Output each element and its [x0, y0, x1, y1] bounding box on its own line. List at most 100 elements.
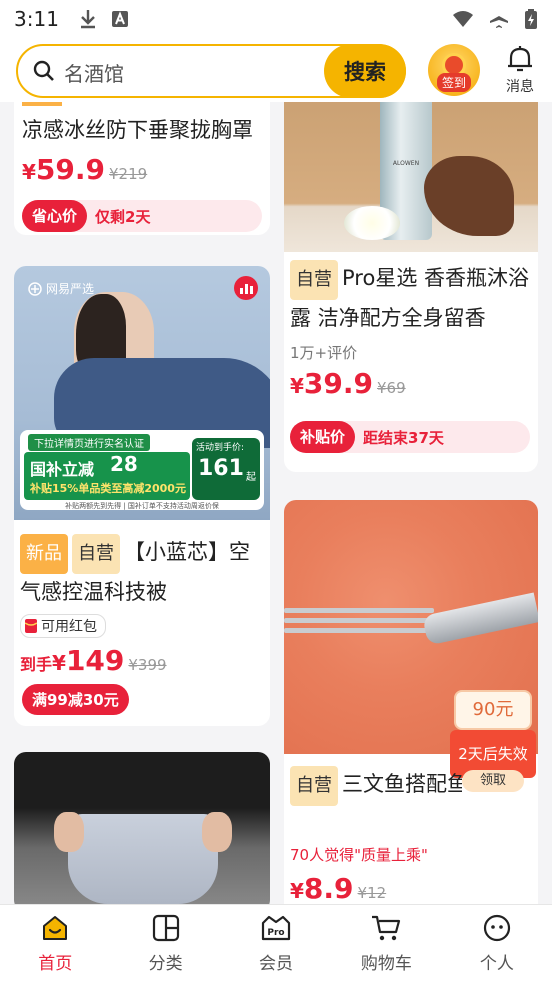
coupon-floating[interactable]: 90元 2天后失效 领取: [450, 690, 536, 794]
driftwood-shape: [424, 156, 514, 236]
home-icon: [43, 916, 68, 940]
underwear-shape: [68, 814, 218, 904]
signin-button[interactable]: 签到: [428, 44, 480, 96]
product-text-bodywash: 自营 Pro星选 香香瓶沐浴露 洁净配方全身留香 1万+评价 ¥ 39.9 ¥69: [290, 260, 534, 400]
message-button[interactable]: 消息: [498, 44, 542, 96]
price-currency: ¥: [52, 651, 66, 675]
promo-badge: 省心价: [22, 200, 88, 232]
promo-note: 距结束37天: [363, 428, 444, 447]
subsidy-subtext: 补贴15%单品类至高减2000元: [30, 482, 186, 495]
search-input[interactable]: 名酒馆: [64, 58, 124, 87]
banner-top-text: 下拉详情页进行实名认证: [28, 434, 150, 451]
tab-label: 会员: [259, 954, 294, 974]
tag-new: 新品: [20, 534, 68, 574]
font-a-icon: [111, 11, 128, 27]
product-text-catfood: 自营三文鱼搭配鱼 猫用无谷慕斯罐头: [290, 766, 462, 806]
subsidy-block: 国补立减 28 补贴15%单品类至高减2000元: [24, 452, 190, 500]
signin-label: 签到: [436, 73, 471, 92]
product-image-bodywash: ALOWEN: [284, 102, 538, 252]
brand-logo-icon: [28, 281, 42, 296]
coupon-tag: 可用红包: [20, 614, 106, 638]
coupon-value: 90元: [454, 690, 532, 730]
hand-left-shape: [54, 812, 84, 852]
red-envelope-icon: [25, 619, 37, 633]
promo-full-reduction: 满99减30元: [22, 684, 129, 715]
subsidy-label: 国补立减: [30, 460, 95, 479]
product-price: ¥ 39.9 ¥69: [290, 367, 534, 400]
product-card-bodywash[interactable]: ALOWEN 自营 Pro星选 香香瓶沐浴露 洁净配方全身留香 1万+评价 ¥ 3…: [284, 102, 538, 472]
tab-member[interactable]: Pro 会员: [221, 905, 331, 981]
product-card-underwear[interactable]: [14, 752, 270, 904]
message-label: 消息: [506, 79, 534, 95]
price-original: ¥12: [357, 884, 387, 902]
product-price: 到手 ¥ 149 ¥399: [20, 644, 268, 677]
product-price: ¥ 59.9 ¥219: [22, 153, 147, 186]
search-bar[interactable]: 名酒馆 搜索: [16, 44, 406, 98]
product-image-underwear: [14, 752, 270, 904]
product-image-blanket: 网易严选 下拉详情页进行实名认证 国补立减 28 补贴15%单品类至高减2000…: [14, 266, 270, 520]
bell-icon: [508, 46, 532, 72]
promo-badge: 补贴价: [290, 421, 356, 453]
category-icon: [152, 914, 179, 942]
tab-category[interactable]: 分类: [110, 905, 220, 981]
product-card-catfood[interactable]: 90元 2天后失效 领取 自营三文鱼搭配鱼 猫用无谷慕斯罐头 70人觉得"质量上…: [284, 500, 538, 904]
product-feed[interactable]: 凉感冰丝防下垂聚拢胸罩 ¥ 59.9 ¥219 省心价 仅剩2天 ALOWEN …: [0, 102, 552, 904]
praise-text: 70人觉得"质量上乘": [290, 846, 428, 864]
tab-home[interactable]: 首页: [0, 905, 110, 981]
hand-right-shape: [202, 812, 232, 852]
price-currency: ¥: [22, 160, 36, 184]
download-icon: [80, 10, 95, 29]
search-icon: [33, 60, 54, 81]
wifi-icon: [453, 11, 473, 27]
price-value: 39.9: [303, 367, 374, 400]
svg-text:Pro: Pro: [267, 928, 284, 938]
price-value: 8.9: [303, 872, 354, 904]
tab-cart[interactable]: 购物车: [331, 905, 441, 981]
cart-icon: [372, 915, 401, 941]
promo-pill: 省心价 仅剩2天: [22, 200, 262, 232]
airplane-icon: [490, 10, 508, 28]
product-price: ¥ 8.9 ¥12: [290, 872, 386, 904]
price-block: 活动到手价: 161 起: [192, 438, 260, 500]
fork-shape: [284, 592, 538, 646]
tag-self-operated: 自营: [72, 534, 120, 574]
tag-self-operated: 自营: [290, 260, 338, 300]
price-value: 59.9: [35, 153, 106, 186]
product-text-blanket: 新品 自营 【小蓝芯】空气感控温科技被 可用红包 到手 ¥ 149 ¥399: [20, 534, 268, 677]
product-tag-partial: [22, 102, 62, 106]
product-title: 凉感冰丝防下垂聚拢胸罩: [22, 118, 253, 142]
price-original: ¥219: [109, 165, 148, 183]
price-value: 149: [65, 644, 125, 677]
product-title: 三文鱼搭配鱼 猫用无谷慕斯罐头: [342, 772, 462, 796]
tag-self-operated: 自营: [290, 766, 338, 806]
review-count: 1万+评价: [290, 344, 358, 362]
bottom-tab-bar: 首页 分类 Pro 会员 购物车 个人: [0, 904, 552, 981]
product-card-blanket[interactable]: 网易严选 下拉详情页进行实名认证 国补立减 28 补贴15%单品类至高减2000…: [14, 266, 270, 726]
flower-shape: [344, 206, 400, 240]
status-time: 3:11: [14, 7, 59, 31]
price-block-value: 161: [198, 456, 244, 481]
product-card-bra[interactable]: 凉感冰丝防下垂聚拢胸罩 ¥ 59.9 ¥219 省心价 仅剩2天: [14, 102, 270, 235]
profile-icon: [483, 914, 510, 942]
tab-label: 首页: [38, 954, 73, 974]
price-block-suffix: 起: [246, 472, 256, 483]
tab-label: 分类: [148, 954, 183, 974]
fine-print: 补贴两额先到先得 | 国补订单不支持活动周返价保: [65, 502, 219, 510]
bottle-label: ALOWEN: [392, 160, 420, 167]
tab-label: 个人: [479, 954, 514, 974]
price-original: ¥69: [377, 379, 406, 397]
tab-profile[interactable]: 个人: [442, 905, 552, 981]
promo-note: 仅剩2天: [95, 207, 151, 226]
battery-charging-icon: [525, 9, 537, 29]
chart-badge-icon: [234, 276, 258, 300]
pro-member-icon: Pro: [261, 915, 291, 941]
header: 名酒馆 搜索 签到 消息: [0, 38, 552, 102]
subsidy-banner: 下拉详情页进行实名认证 国补立减 28 补贴15%单品类至高减2000元 活动到…: [20, 430, 264, 510]
price-original: ¥399: [128, 656, 167, 674]
subsidy-value: 28: [110, 452, 138, 476]
price-prefix: 到手: [20, 655, 53, 674]
coupon-claim-button[interactable]: 领取: [462, 770, 524, 792]
price-currency: ¥: [290, 374, 304, 398]
search-button[interactable]: 搜索: [324, 44, 406, 98]
tab-label: 购物车: [360, 954, 412, 974]
